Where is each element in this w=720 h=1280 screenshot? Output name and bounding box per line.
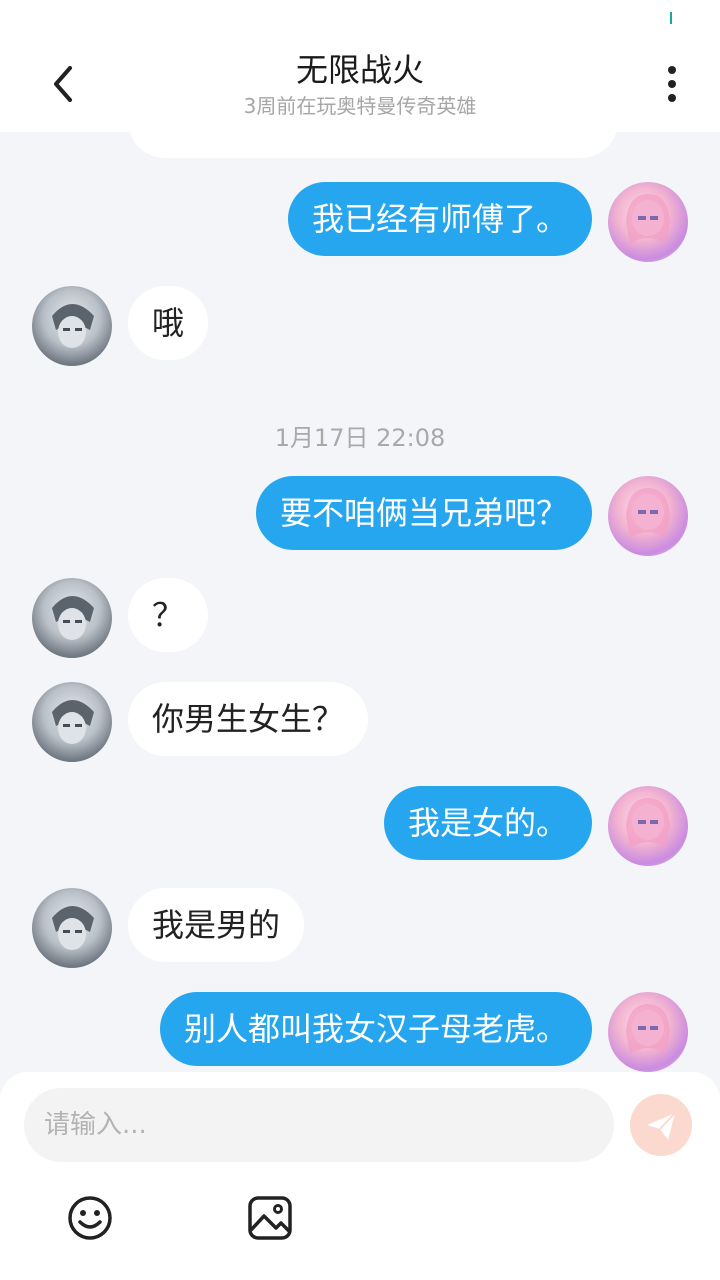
- back-button[interactable]: [40, 60, 88, 108]
- image-icon: [248, 1196, 292, 1240]
- message-bubble-outgoing[interactable]: 我已经有师傅了。: [287, 182, 592, 256]
- message-input[interactable]: [24, 1088, 614, 1162]
- chat-title: 无限战火: [295, 51, 424, 89]
- image-button[interactable]: [246, 1194, 294, 1242]
- message-bubble-outgoing[interactable]: 我是女的。: [383, 786, 592, 860]
- contact-avatar[interactable]: [32, 682, 112, 762]
- user-avatar-icon: [626, 488, 670, 538]
- contact-avatar[interactable]: [32, 888, 112, 968]
- message-bubble-incoming[interactable]: 哦: [128, 286, 209, 360]
- user-avatar-icon: [626, 798, 670, 848]
- status-bar: [0, 0, 720, 36]
- emoji-button[interactable]: [66, 1194, 114, 1242]
- message-row: 我是男的: [0, 888, 720, 968]
- send-button[interactable]: [630, 1094, 692, 1156]
- message-timestamp: 1月17日 22:08: [274, 424, 446, 452]
- input-panel: [0, 1072, 720, 1280]
- send-icon: [647, 1111, 676, 1140]
- message-row: 要不咱俩当兄弟吧？: [0, 476, 720, 556]
- contact-avatar[interactable]: [32, 578, 112, 658]
- message-row: ？: [0, 578, 720, 658]
- message-row: 哦: [0, 286, 720, 366]
- message-row: 别人都叫我女汉子母老虎。: [0, 992, 720, 1072]
- status-indicator: [670, 12, 672, 24]
- more-button[interactable]: [652, 62, 692, 106]
- my-avatar[interactable]: [608, 182, 688, 262]
- user-avatar-icon: [626, 194, 670, 244]
- chat-subtitle: 3周前在玩奥特曼传奇英雄: [243, 94, 477, 118]
- more-vertical-icon: [652, 66, 692, 102]
- chevron-left-icon: [54, 66, 72, 102]
- message-bubble-incoming[interactable]: 你男生女生？: [128, 682, 369, 756]
- my-avatar[interactable]: [608, 476, 688, 556]
- message-list[interactable]: 我已经有师傅了。 哦 1月17日 22:08 要不咱俩当兄弟吧？ ？ 你男生女生…: [0, 132, 720, 1072]
- message-bubble-partial[interactable]: [128, 132, 618, 158]
- contact-avatar-icon: [52, 304, 94, 348]
- message-row: 你男生女生？: [0, 682, 720, 762]
- message-bubble-outgoing[interactable]: 别人都叫我女汉子母老虎。: [159, 992, 592, 1066]
- contact-avatar-icon: [52, 596, 94, 640]
- message-row: 我已经有师傅了。: [0, 182, 720, 262]
- user-avatar-icon: [626, 1004, 670, 1054]
- contact-avatar[interactable]: [32, 286, 112, 366]
- message-bubble-outgoing[interactable]: 要不咱俩当兄弟吧？: [255, 476, 592, 550]
- message-bubble-incoming[interactable]: ？: [128, 578, 209, 652]
- contact-avatar-icon: [52, 906, 94, 950]
- emoji-icon: [68, 1196, 112, 1240]
- chat-header: 无限战火 3周前在玩奥特曼传奇英雄: [0, 36, 720, 132]
- title-block: 无限战火 3周前在玩奥特曼传奇英雄: [160, 48, 560, 120]
- contact-avatar-icon: [52, 700, 94, 744]
- message-bubble-incoming[interactable]: 我是男的: [128, 888, 305, 962]
- my-avatar[interactable]: [608, 992, 688, 1072]
- message-row: 我是女的。: [0, 786, 720, 866]
- my-avatar[interactable]: [608, 786, 688, 866]
